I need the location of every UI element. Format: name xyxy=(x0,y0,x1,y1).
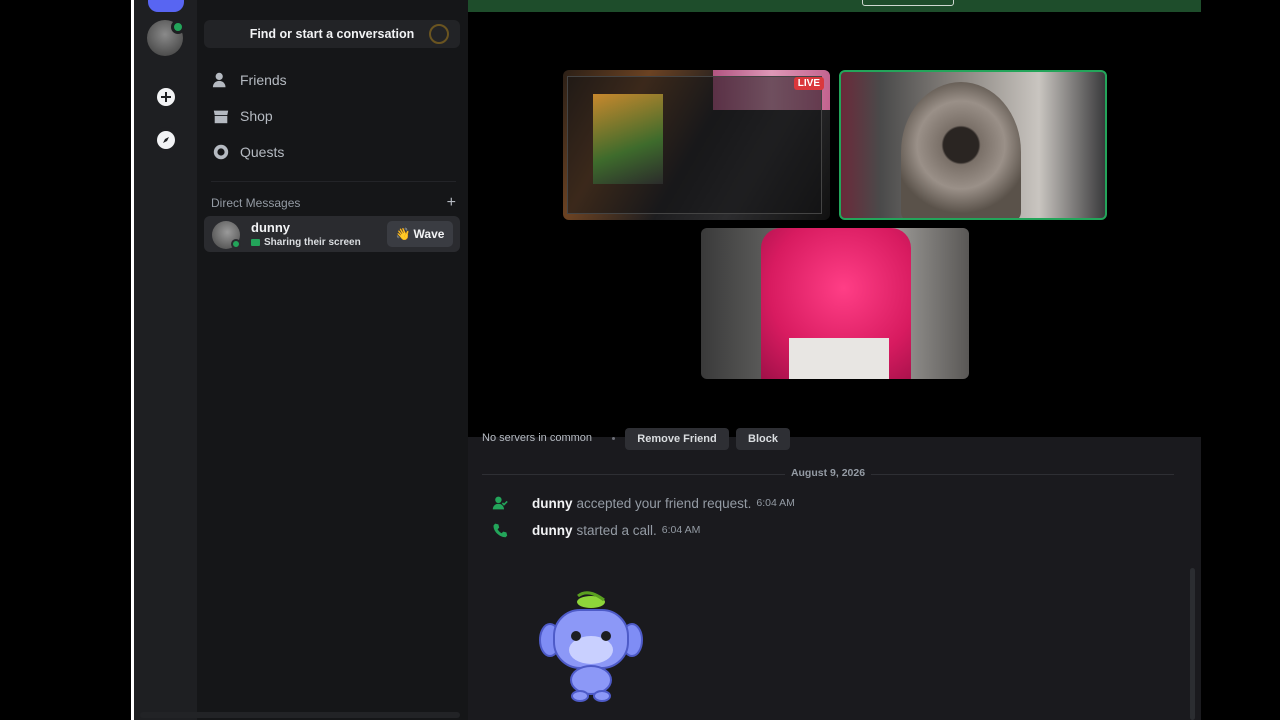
discord-app: Find or start a conversation Friends Sho… xyxy=(0,0,1280,720)
nav-quests-label: Quests xyxy=(240,144,285,160)
dm-user-status: Sharing their screen xyxy=(251,237,361,248)
message-user[interactable]: dunny xyxy=(532,523,573,538)
divider xyxy=(211,181,456,182)
video-detail xyxy=(789,338,889,379)
discover-button[interactable] xyxy=(153,127,179,153)
banner-button[interactable] xyxy=(862,0,954,6)
wave-icon: 👋 xyxy=(395,227,411,241)
notice-banner xyxy=(468,0,1201,12)
participant-video xyxy=(901,82,1021,218)
user-panel xyxy=(140,712,460,718)
main-content: LIVE No servers in common Remove Friend … xyxy=(468,0,1201,720)
plus-icon[interactable]: + xyxy=(447,194,456,212)
wave-button[interactable]: 👋 Wave xyxy=(387,221,453,247)
nav-shop-label: Shop xyxy=(240,108,273,124)
no-servers-text: No servers in common xyxy=(482,432,593,444)
nav-friends[interactable]: Friends xyxy=(212,68,287,92)
dm-item-dunny[interactable]: dunny Sharing their screen 👋 Wave xyxy=(204,216,460,252)
system-message: dunny accepted your friend request. 6:04… xyxy=(492,493,795,513)
notification-badge xyxy=(171,20,185,34)
dm-user-name: dunny xyxy=(251,220,290,235)
message-text: accepted your friend request. xyxy=(576,495,752,511)
block-label: Block xyxy=(748,433,778,445)
wave-label: Wave xyxy=(413,227,445,241)
friend-accepted-icon xyxy=(492,496,508,510)
block-button[interactable]: Block xyxy=(736,428,790,450)
dm-user-status-text: Sharing their screen xyxy=(264,237,361,248)
message-timestamp: 6:04 AM xyxy=(661,524,701,536)
search-placeholder: Find or start a conversation xyxy=(249,27,415,41)
call-view: LIVE xyxy=(468,12,1201,437)
dm-header-label: Direct Messages xyxy=(211,196,301,210)
live-badge: LIVE xyxy=(793,77,824,90)
screen-share-icon xyxy=(251,239,260,246)
profile-actions: No servers in common Remove Friend Block xyxy=(468,428,1201,450)
server-rail xyxy=(131,0,197,720)
system-message: dunny started a call. 6:04 AM xyxy=(492,520,700,540)
search-input[interactable]: Find or start a conversation xyxy=(204,20,460,48)
video-thumbnail xyxy=(593,94,663,184)
friends-icon xyxy=(212,72,226,88)
message-text: started a call. xyxy=(576,522,657,538)
message-user[interactable]: dunny xyxy=(532,496,573,511)
discord-home-button[interactable] xyxy=(148,0,184,12)
wumpus-wave-sticker[interactable] xyxy=(536,588,646,706)
separator-dot xyxy=(612,437,615,440)
screen-share-tile[interactable]: LIVE xyxy=(563,70,830,220)
nav-friends-label: Friends xyxy=(240,72,287,88)
quests-icon xyxy=(213,144,229,160)
plus-circle-icon xyxy=(157,88,175,106)
date-label: August 9, 2026 xyxy=(468,467,1188,479)
message-timestamp: 6:04 AM xyxy=(756,497,795,509)
date-text: August 9, 2026 xyxy=(784,467,872,479)
remove-friend-button[interactable]: Remove Friend xyxy=(625,428,729,450)
shop-icon xyxy=(213,110,229,124)
camera-tile[interactable] xyxy=(701,228,969,379)
dm-sidebar: Find or start a conversation Friends Sho… xyxy=(140,0,468,720)
remove-friend-label: Remove Friend xyxy=(637,433,717,445)
nav-shop[interactable]: Shop xyxy=(212,104,273,128)
online-status-icon xyxy=(231,239,241,249)
nitro-icon xyxy=(429,24,449,44)
camera-tile-speaking[interactable] xyxy=(839,70,1107,220)
phone-icon xyxy=(493,523,508,538)
chat-scrollbar[interactable] xyxy=(1190,568,1195,720)
dm-header: Direct Messages + xyxy=(211,194,456,212)
add-server-button[interactable] xyxy=(153,84,179,110)
compass-icon xyxy=(157,131,175,149)
nav-quests[interactable]: Quests xyxy=(212,140,284,164)
